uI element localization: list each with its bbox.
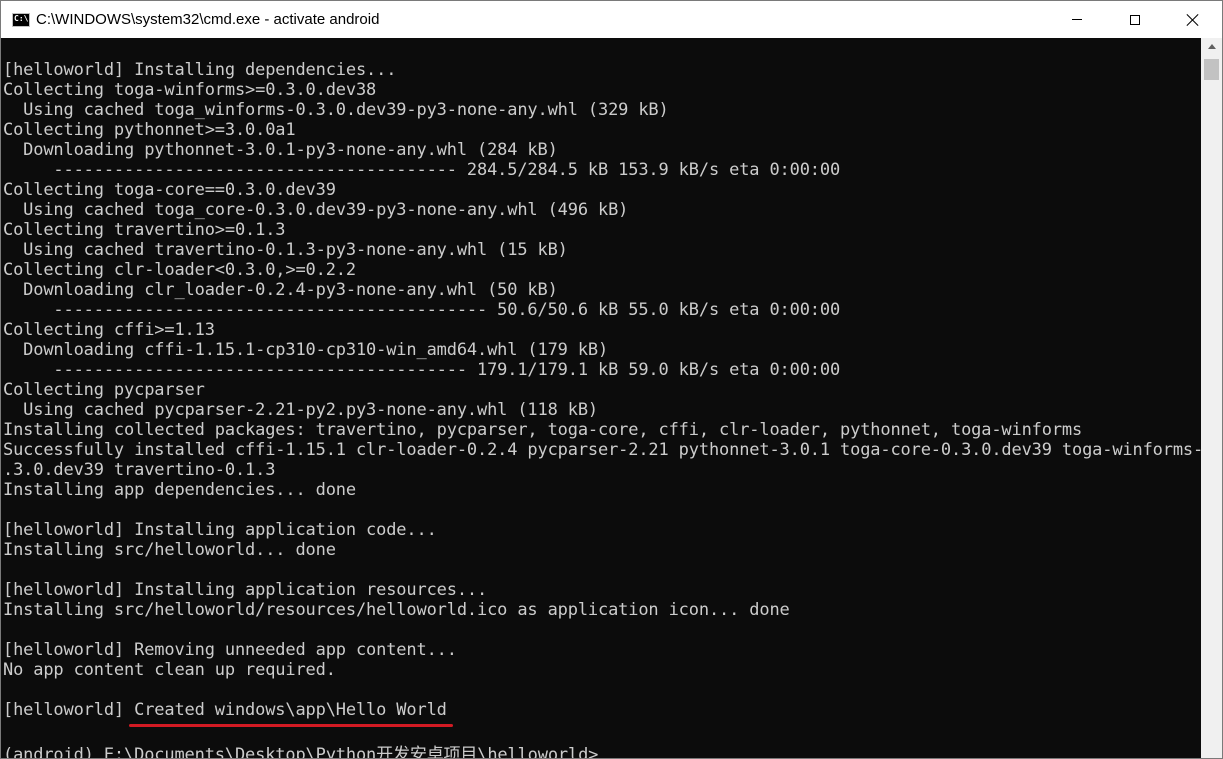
- minimize-icon: [1072, 19, 1082, 20]
- minimize-button[interactable]: [1048, 1, 1106, 38]
- cmd-window: C:\. C:\WINDOWS\system32\cmd.exe - activ…: [0, 0, 1223, 759]
- console-line: .3.0.dev39 travertino-0.1.3: [3, 460, 276, 480]
- console-line: [helloworld] Installing application code…: [3, 520, 437, 540]
- console-line-created: [helloworld] Created windows\app\Hello W…: [3, 700, 447, 720]
- console-line: Downloading pythonnet-3.0.1-py3-none-any…: [3, 140, 558, 160]
- console-line: Collecting pythonnet>=3.0.0a1: [3, 120, 296, 140]
- console-line: Downloading cffi-1.15.1-cp310-cp310-win_…: [3, 340, 609, 360]
- cmd-icon[interactable]: C:\.: [12, 12, 34, 27]
- console-line: No app content clean up required.: [3, 660, 336, 680]
- console-line: Using cached toga_core-0.3.0.dev39-py3-n…: [3, 200, 629, 220]
- scroll-up-button[interactable]: [1201, 38, 1222, 55]
- console-line: Using cached travertino-0.1.3-py3-none-a…: [3, 240, 568, 260]
- scrollbar-thumb[interactable]: [1204, 59, 1219, 80]
- console-output[interactable]: [helloworld] Installing dependencies... …: [1, 38, 1201, 759]
- console-line: ----------------------------------------…: [3, 300, 841, 320]
- console-line: [helloworld] Installing application reso…: [3, 580, 488, 600]
- console-line: Collecting toga-core==0.3.0.dev39: [3, 180, 336, 200]
- cmd-icon-glyph: C:\.: [14, 13, 34, 23]
- console-line: Installing collected packages: travertin…: [3, 420, 1083, 440]
- vertical-scrollbar[interactable]: [1201, 38, 1222, 758]
- maximize-button[interactable]: [1106, 1, 1164, 38]
- console-line: Installing src/helloworld/resources/hell…: [3, 600, 790, 620]
- console-line: Collecting toga-winforms>=0.3.0.dev38: [3, 80, 377, 100]
- prompt-text: (android) E:\Documents\Desktop\Python开发安…: [3, 745, 599, 759]
- console-line: Successfully installed cffi-1.15.1 clr-l…: [3, 440, 1201, 460]
- maximize-icon: [1130, 14, 1140, 25]
- close-button[interactable]: [1164, 1, 1222, 38]
- console-line: Collecting travertino>=0.1.3: [3, 220, 286, 240]
- console-line: [helloworld] Installing dependencies...: [3, 60, 397, 80]
- red-underline-annotation: [129, 724, 453, 727]
- prompt-line[interactable]: (android) E:\Documents\Desktop\Python开发安…: [3, 740, 608, 759]
- console-line: [helloworld] Removing unneeded app conte…: [3, 640, 457, 660]
- console-line: Installing app dependencies... done: [3, 480, 356, 500]
- console-line: Collecting pycparser: [3, 380, 205, 400]
- console-line: Collecting clr-loader<0.3.0,>=0.2.2: [3, 260, 356, 280]
- arrow-up-icon: [1207, 44, 1216, 49]
- console-line: Using cached pycparser-2.21-py2.py3-none…: [3, 400, 599, 420]
- console-line: Using cached toga_winforms-0.3.0.dev39-p…: [3, 100, 669, 120]
- console-line: Installing src/helloworld... done: [3, 540, 336, 560]
- close-icon: [1186, 13, 1200, 27]
- console-line: ----------------------------------------…: [3, 160, 841, 180]
- console-line: Downloading clr_loader-0.2.4-py3-none-an…: [3, 280, 558, 300]
- console-line: Collecting cffi>=1.13: [3, 320, 215, 340]
- window-title: C:\WINDOWS\system32\cmd.exe - activate a…: [36, 11, 380, 28]
- title-bar[interactable]: C:\. C:\WINDOWS\system32\cmd.exe - activ…: [1, 1, 1222, 38]
- console-line: ----------------------------------------…: [3, 360, 841, 380]
